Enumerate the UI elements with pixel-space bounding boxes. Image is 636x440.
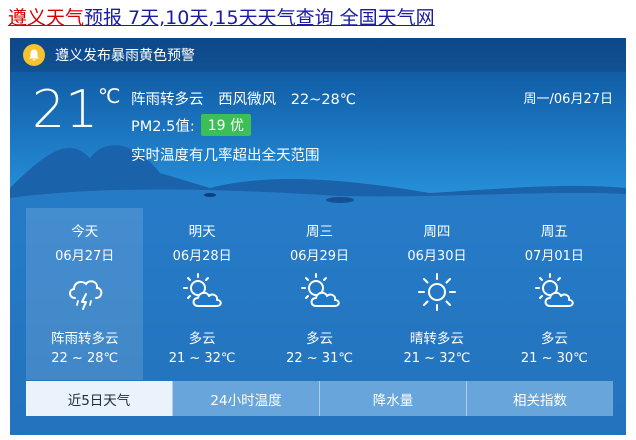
forecast-temp: 21 ~ 32℃ (403, 351, 471, 366)
forecast-date: 07月01日 (524, 249, 584, 264)
bell-icon (23, 44, 45, 66)
forecast-title-link[interactable]: 预报 7天,10天,15天天气查询 全国天气网 (84, 7, 435, 29)
temperature-note: 实时温度有几率超出全天范围 (131, 148, 320, 164)
forecast-date: 06月27日 (55, 249, 115, 264)
pm25-label: PM2.5值: (131, 118, 195, 135)
temperature-unit: ℃ (98, 84, 121, 108)
forecast-date: 06月29日 (289, 249, 350, 264)
forecast-day[interactable]: 今天 06月27日 阵雨转多云 22 ~ 28℃ (26, 208, 144, 380)
weather-widget: 遵义发布暴雨黄色预警 21 ℃ 阵雨转多云 西风微风 22~28℃ 周一/06月… (10, 38, 626, 435)
partly-cloudy-icon (183, 273, 222, 307)
forecast-day[interactable]: 周四 06月30日 晴转多云 21 ~ 32℃ (378, 208, 495, 380)
forecast-temp: 22 ~ 31℃ (286, 351, 353, 366)
forecast-condition: 晴转多云 (409, 331, 464, 347)
current-range: 22~28℃ (290, 92, 357, 108)
forecast-condition: 阵雨转多云 (50, 331, 119, 347)
tab-indices[interactable]: 相关指数 (466, 381, 613, 416)
current-date: 周一/06月27日 (523, 92, 613, 107)
tab-precipitation[interactable]: 降水量 (319, 381, 466, 416)
forecast-day-name: 今天 (71, 224, 99, 240)
forecast-day-name: 周五 (540, 224, 568, 240)
forecast-temp: 21 ~ 30℃ (520, 351, 588, 366)
five-day-forecast: 今天 06月27日 阵雨转多云 22 ~ 28℃ 明天 06月28日 多云 21… (26, 208, 613, 380)
forecast-date: 06月30日 (407, 249, 467, 264)
forecast-day[interactable]: 周三 06月29日 多云 22 ~ 31℃ (261, 208, 378, 380)
partly-cloudy-icon (300, 273, 340, 307)
forecast-day-name: 周三 (306, 224, 334, 240)
alert-text: 遵义发布暴雨黄色预警 (55, 48, 195, 64)
pm25-line: PM2.5值: 19 优 (131, 114, 251, 136)
forecast-day-name: 明天 (188, 224, 216, 240)
current-condition: 阵雨转多云 (131, 92, 204, 108)
partly-cloudy-icon (535, 273, 575, 307)
page-title: 遵义天气预报 7天,10天,15天天气查询 全国天气网 (0, 4, 636, 32)
forecast-day[interactable]: 明天 06月28日 多云 21 ~ 32℃ (143, 208, 260, 380)
forecast-date: 06月28日 (172, 249, 232, 264)
tab-5-day[interactable]: 近5日天气 (26, 381, 172, 416)
forecast-condition: 多云 (188, 331, 216, 347)
current-wind: 西风微风 (218, 92, 277, 108)
current-temperature: 21 (32, 80, 99, 140)
pm25-badge: 19 优 (200, 114, 251, 136)
current-conditions: 阵雨转多云 西风微风 22~28℃ (131, 88, 366, 109)
forecast-day[interactable]: 周五 07月01日 多云 21 ~ 30℃ (496, 208, 613, 380)
forecast-tabs: 近5日天气 24小时温度 降水量 相关指数 (26, 381, 613, 416)
weather-alert[interactable]: 遵义发布暴雨黄色预警 (10, 38, 626, 72)
thunder-rain-icon (68, 280, 103, 310)
sun-icon (417, 273, 456, 311)
forecast-day-name: 周四 (423, 224, 451, 240)
city-weather-link[interactable]: 遵义天气 (8, 7, 84, 29)
forecast-temp: 22 ~ 28℃ (51, 351, 119, 366)
forecast-temp: 21 ~ 32℃ (168, 351, 236, 366)
tab-24-hour-temp[interactable]: 24小时温度 (172, 381, 319, 416)
forecast-condition: 多云 (306, 331, 334, 347)
forecast-condition: 多云 (540, 331, 568, 347)
